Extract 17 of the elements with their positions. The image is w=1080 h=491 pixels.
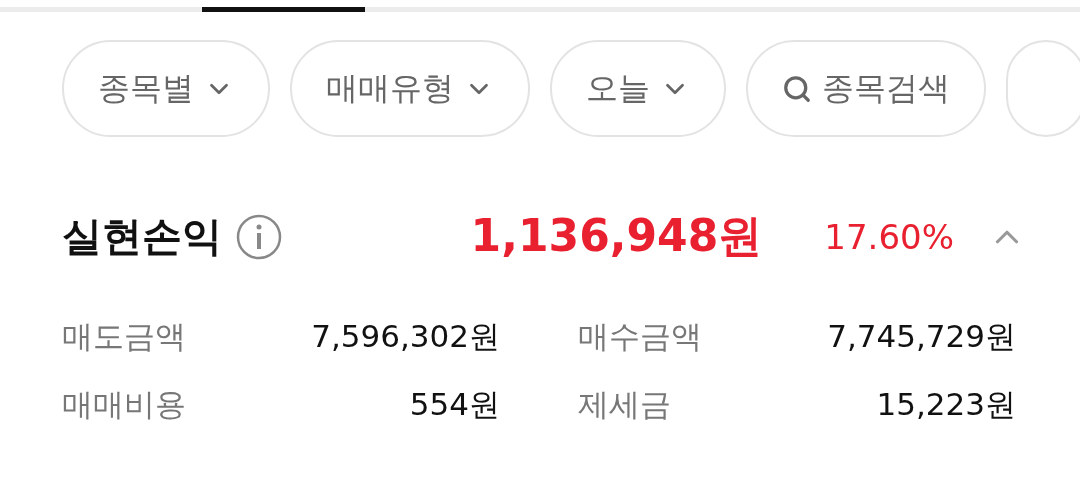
section-title: 실현손익 [62,212,222,261]
profit-rate: 17.60% [824,216,954,257]
detail-label: 매도금액 [62,317,186,356]
filter-dropdown[interactable]: 종목별 [62,40,270,137]
detail-label: 매매비용 [62,385,186,424]
search-icon [782,73,812,104]
info-icon[interactable] [236,213,282,260]
profit-amount: 1,136,948원 [470,209,763,263]
search-button[interactable]: 종목검색 [746,40,986,137]
filter-dropdown[interactable]: 오늘 [550,40,726,137]
detail-value: 7,745,729원 [827,317,1016,356]
detail-value: 15,223원 [876,385,1016,424]
detail-value: 554원 [409,385,500,424]
detail-value: 7,596,302원 [311,317,500,356]
filter-dropdown[interactable]: 매매유형 [290,40,530,137]
detail-label: 제세금 [578,385,671,424]
detail-label: 매수금액 [578,317,702,356]
